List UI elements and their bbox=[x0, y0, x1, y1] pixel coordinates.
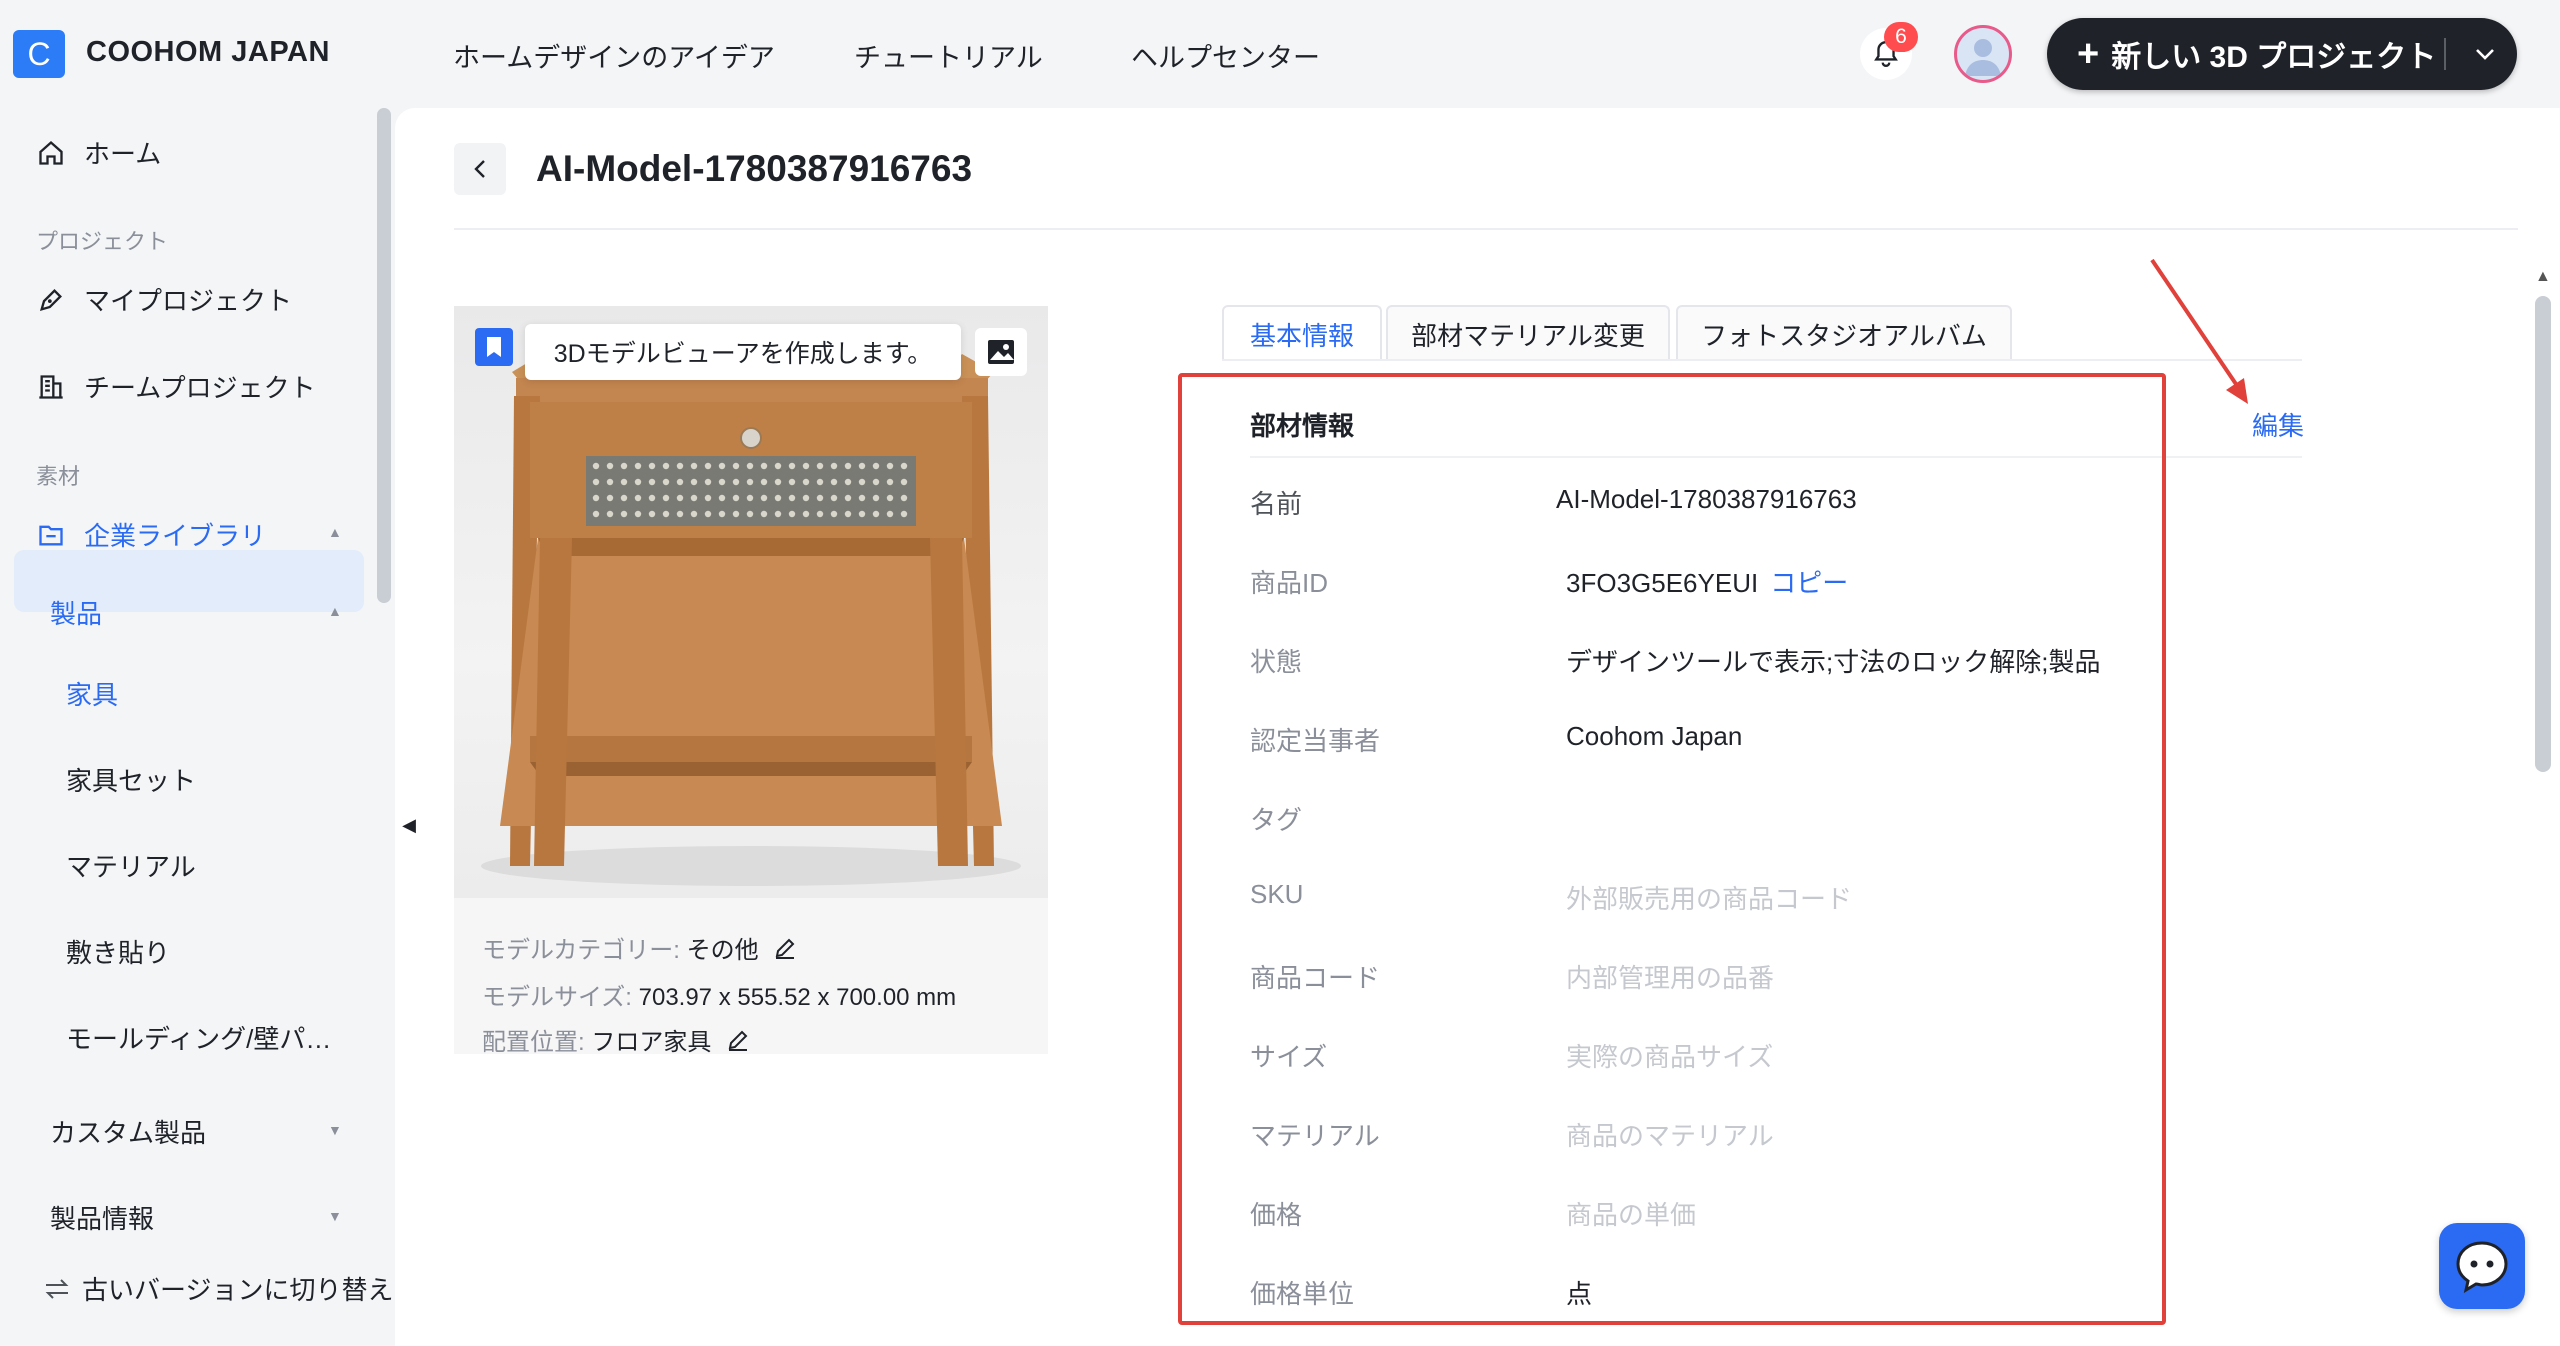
bookmark-icon[interactable] bbox=[475, 328, 513, 366]
collapse-sidebar-button[interactable]: ◀ bbox=[395, 755, 423, 895]
new-3d-project-button[interactable]: + 新しい 3D プロジェクト bbox=[2047, 18, 2517, 90]
caret-up-icon[interactable]: ▲ bbox=[328, 603, 342, 619]
placement-value: フロア家具 bbox=[591, 1029, 712, 1056]
sidebar-item-label: ホーム bbox=[84, 139, 162, 169]
tab-material-change[interactable]: 部材マテリアル変更 bbox=[1386, 305, 1670, 361]
avatar-icon bbox=[1965, 39, 2001, 76]
annotation-highlight-box bbox=[1178, 373, 2166, 1325]
chat-bubble-icon bbox=[2456, 1241, 2508, 1293]
sidebar-item-label: モールディング/壁パ… bbox=[66, 1024, 332, 1054]
edit-pencil-icon[interactable] bbox=[726, 1028, 750, 1059]
sidebar-item-custom-products[interactable]: カスタム製品 bbox=[50, 1113, 206, 1150]
sidebar-item-furniture-set[interactable]: 家具セット bbox=[66, 761, 196, 798]
sidebar-item-label: マイプロジェクト bbox=[84, 286, 293, 316]
brand-logo[interactable]: C bbox=[13, 30, 65, 78]
sidebar-item-furniture[interactable]: 家具 bbox=[66, 675, 118, 712]
sidebar-item-products[interactable]: 製品 bbox=[50, 594, 102, 631]
logo-letter: C bbox=[27, 35, 51, 72]
nav-help-center[interactable]: ヘルプセンター bbox=[1131, 36, 1320, 75]
image-icon[interactable] bbox=[975, 328, 1027, 376]
page-title: AI-Model-1780387916763 bbox=[536, 148, 973, 189]
content-scrollbar[interactable] bbox=[2535, 296, 2551, 772]
sidebar-item-enterprise-library[interactable]: 企業ライブラリ bbox=[34, 516, 266, 553]
caret-down-icon[interactable]: ▼ bbox=[328, 1208, 342, 1224]
caret-down-icon[interactable]: ▼ bbox=[328, 1122, 342, 1138]
sidebar-item-label: 製品情報 bbox=[50, 1204, 155, 1234]
header-divider bbox=[454, 228, 2518, 230]
user-avatar[interactable] bbox=[1954, 25, 2012, 83]
pen-tool-icon bbox=[34, 283, 68, 317]
sidebar-item-team-projects[interactable]: チームプロジェクト bbox=[34, 368, 316, 405]
notification-badge: 6 bbox=[1884, 22, 1918, 52]
top-bar: C COOHOM JAPAN ホームデザインのアイデア チュートリアル ヘルプセ… bbox=[0, 0, 2560, 108]
sidebar-item-label: マテリアル bbox=[66, 852, 196, 882]
sidebar-item-label: 家具セット bbox=[66, 766, 197, 796]
plus-icon: + bbox=[2077, 33, 2100, 75]
category-value: その他 bbox=[686, 937, 759, 964]
sidebar-item-label: 家具 bbox=[66, 680, 119, 710]
app-window: C COOHOM JAPAN ホームデザインのアイデア チュートリアル ヘルプセ… bbox=[0, 0, 2560, 1346]
chat-support-button[interactable] bbox=[2439, 1223, 2525, 1309]
caret-up-icon[interactable]: ▲ bbox=[328, 524, 342, 540]
home-icon bbox=[34, 136, 68, 170]
new-project-label: 新しい 3D プロジェクト bbox=[2111, 41, 2437, 74]
model-size: モデルサイズ: 703.97 x 555.52 x 700.00 mm bbox=[482, 977, 956, 1012]
sidebar-item-home[interactable]: ホーム bbox=[34, 134, 161, 171]
edit-pencil-icon[interactable] bbox=[773, 936, 797, 967]
sidebar-item-material[interactable]: マテリアル bbox=[66, 847, 196, 884]
switch-version-link[interactable]: 古いバージョンに切り替え bbox=[40, 1270, 393, 1307]
sidebar-scrollbar[interactable] bbox=[377, 108, 391, 603]
tab-basic-info[interactable]: 基本情報 bbox=[1222, 305, 1382, 361]
swap-icon bbox=[40, 1272, 74, 1306]
brand-name[interactable]: COOHOM JAPAN bbox=[86, 36, 330, 69]
nav-tutorial[interactable]: チュートリアル bbox=[854, 36, 1043, 75]
annotation-arrow bbox=[2150, 258, 2248, 404]
size-value: 703.97 x 555.52 x 700.00 mm bbox=[638, 984, 957, 1011]
sidebar-section-project: プロジェクト bbox=[36, 229, 169, 254]
button-separator bbox=[2444, 38, 2446, 70]
size-label: モデルサイズ: bbox=[482, 984, 632, 1011]
scroll-up-arrow[interactable]: ▲ bbox=[2535, 268, 2551, 286]
model-placement: 配置位置: フロア家具 bbox=[482, 1022, 750, 1059]
category-label: モデルカテゴリー: bbox=[482, 937, 680, 964]
folder-icon bbox=[34, 518, 68, 552]
nav-home-design-ideas[interactable]: ホームデザインのアイデア bbox=[453, 36, 775, 75]
chevron-left-icon bbox=[474, 160, 485, 178]
sidebar-item-product-info[interactable]: 製品情報 bbox=[50, 1199, 154, 1236]
placement-label: 配置位置: bbox=[482, 1029, 585, 1056]
tab-photo-studio-album[interactable]: フォトスタジオアルバム bbox=[1676, 305, 2012, 361]
building-icon bbox=[34, 370, 68, 404]
sidebar-item-label: 企業ライブラリ bbox=[84, 521, 267, 551]
sidebar-item-label: 古いバージョンに切り替え bbox=[82, 1275, 394, 1305]
sidebar-item-flooring[interactable]: 敷き貼り bbox=[66, 933, 170, 970]
model-category: モデルカテゴリー: その他 bbox=[482, 930, 797, 967]
sidebar-item-label: 製品 bbox=[50, 599, 103, 629]
caret-left-icon: ◀ bbox=[402, 814, 416, 835]
sidebar-item-molding[interactable]: モールディング/壁パ… bbox=[66, 1019, 331, 1056]
sidebar-item-my-projects[interactable]: マイプロジェクト bbox=[34, 281, 292, 318]
chevron-down-icon[interactable] bbox=[2457, 18, 2513, 90]
sidebar-item-label: チームプロジェクト bbox=[84, 373, 316, 403]
nightstand-illustration bbox=[481, 354, 1021, 886]
sidebar-section-material: 素材 bbox=[36, 464, 81, 489]
model-preview-image[interactable] bbox=[454, 306, 1048, 898]
viewer-tooltip: 3Dモデルビューアを作成します。 bbox=[525, 324, 961, 380]
sidebar-item-label: 敷き貼り bbox=[66, 938, 171, 968]
back-button[interactable] bbox=[454, 143, 506, 195]
sidebar-item-label: カスタム製品 bbox=[50, 1118, 207, 1148]
